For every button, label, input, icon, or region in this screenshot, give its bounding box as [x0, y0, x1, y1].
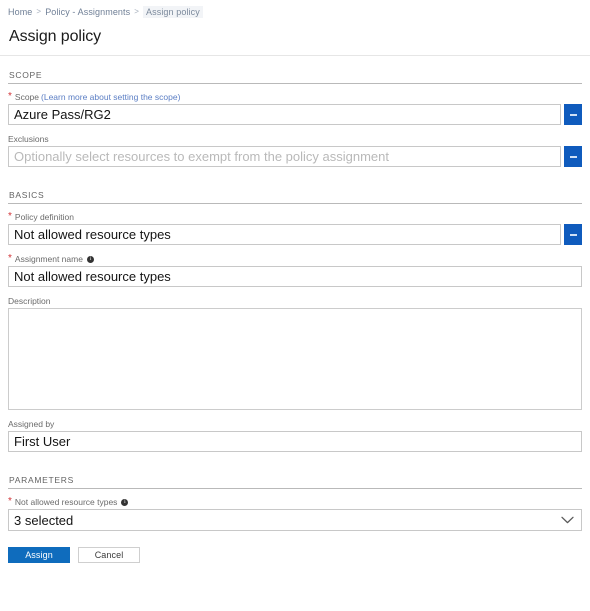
- description-label: Description: [8, 296, 582, 306]
- section-header-basics: BASICS: [8, 176, 582, 203]
- ellipsis-icon: [570, 114, 577, 116]
- field-assigned-by: Assigned by: [8, 419, 582, 452]
- policy-definition-input[interactable]: [8, 224, 561, 245]
- scope-input[interactable]: [8, 104, 561, 125]
- cancel-button[interactable]: Cancel: [78, 547, 140, 563]
- field-assignment-name: * Assignment name i: [8, 254, 582, 287]
- breadcrumb-separator: >: [134, 7, 139, 16]
- scope-label-text: Scope: [15, 92, 39, 102]
- not-allowed-resource-types-label: * Not allowed resource types i: [8, 497, 582, 507]
- info-icon[interactable]: i: [87, 256, 94, 263]
- field-policy-definition: * Policy definition: [8, 212, 582, 245]
- scope-label: * Scope (Learn more about setting the sc…: [8, 92, 582, 102]
- scope-learn-more-link[interactable]: (Learn more about setting the scope): [41, 92, 180, 102]
- section-header-parameters: PARAMETERS: [8, 461, 582, 488]
- assigned-by-input-row: [8, 431, 582, 452]
- required-asterisk: *: [8, 497, 12, 507]
- assignment-name-label: * Assignment name i: [8, 254, 582, 264]
- assigned-by-label: Assigned by: [8, 419, 582, 429]
- required-asterisk: *: [8, 212, 12, 222]
- assignment-name-input[interactable]: [8, 266, 582, 287]
- section-divider-scope: [8, 83, 582, 84]
- field-scope: * Scope (Learn more about setting the sc…: [8, 92, 582, 125]
- description-textarea[interactable]: [8, 308, 582, 410]
- exclusions-input-row: [8, 146, 582, 167]
- section-divider-basics: [8, 203, 582, 204]
- field-exclusions: Exclusions: [8, 134, 582, 167]
- not-allowed-resource-types-select[interactable]: 3 selected: [8, 509, 582, 531]
- assigned-by-input[interactable]: [8, 431, 582, 452]
- breadcrumb-item-home[interactable]: Home: [8, 7, 32, 17]
- scope-input-row: [8, 104, 582, 125]
- exclusions-browse-button[interactable]: [564, 146, 582, 167]
- form-actions: Assign Cancel: [8, 540, 582, 563]
- breadcrumb-item-assign-policy[interactable]: Assign policy: [143, 6, 203, 18]
- page-title: Assign policy: [0, 22, 590, 55]
- description-label-text: Description: [8, 296, 51, 306]
- assigned-by-label-text: Assigned by: [8, 419, 54, 429]
- policy-definition-label-text: Policy definition: [15, 212, 74, 222]
- breadcrumb-separator: >: [36, 7, 41, 16]
- assignment-name-label-text: Assignment name: [15, 254, 83, 264]
- field-description: Description: [8, 296, 582, 410]
- ellipsis-icon: [570, 156, 577, 158]
- exclusions-label: Exclusions: [8, 134, 582, 144]
- breadcrumb-item-policy-assignments[interactable]: Policy - Assignments: [45, 7, 130, 17]
- section-divider-parameters: [8, 488, 582, 489]
- section-header-scope: SCOPE: [8, 56, 582, 83]
- assignment-name-input-row: [8, 266, 582, 287]
- required-asterisk: *: [8, 92, 12, 102]
- policy-definition-input-row: [8, 224, 582, 245]
- breadcrumb: Home > Policy - Assignments > Assign pol…: [0, 0, 590, 22]
- info-icon[interactable]: i: [121, 499, 128, 506]
- required-asterisk: *: [8, 254, 12, 264]
- exclusions-label-text: Exclusions: [8, 134, 49, 144]
- assign-policy-form: SCOPE * Scope (Learn more about setting …: [0, 56, 590, 563]
- scope-browse-button[interactable]: [564, 104, 582, 125]
- not-allowed-resource-types-select-row: 3 selected: [8, 509, 582, 531]
- policy-definition-label: * Policy definition: [8, 212, 582, 222]
- not-allowed-resource-types-label-text: Not allowed resource types: [15, 497, 118, 507]
- exclusions-input[interactable]: [8, 146, 561, 167]
- assign-button[interactable]: Assign: [8, 547, 70, 563]
- ellipsis-icon: [570, 234, 577, 236]
- policy-definition-browse-button[interactable]: [564, 224, 582, 245]
- field-not-allowed-resource-types: * Not allowed resource types i 3 selecte…: [8, 497, 582, 531]
